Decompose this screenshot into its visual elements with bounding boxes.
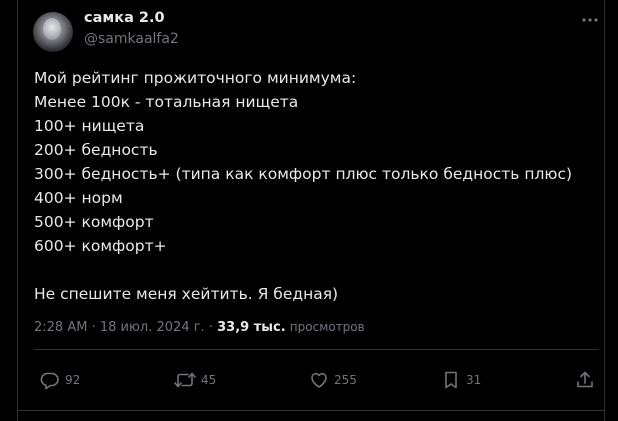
bookmark-count: 31 [466, 373, 482, 387]
tweet-line: 400+ норм [34, 189, 123, 207]
repost-button[interactable]: 45 [174, 369, 216, 391]
tweet-line: 200+ бедность [34, 141, 158, 159]
tweet-line: 500+ комфорт [34, 213, 154, 231]
bookmark-button[interactable]: 31 [441, 369, 481, 391]
repost-count: 45 [201, 373, 217, 387]
like-icon [311, 372, 327, 388]
meta-separator: · [208, 320, 213, 335]
share-icon [577, 371, 593, 388]
more-options-button[interactable] [580, 10, 600, 30]
like-count: 255 [334, 373, 357, 387]
tweet-line: Не спешите меня хейтить. Я бедная) [34, 285, 339, 303]
tweet-line: Менее 100к - тотальная нищета [34, 93, 299, 111]
reply-button[interactable]: 92 [40, 369, 80, 391]
author-handle[interactable]: @samkaalfa2 [84, 31, 179, 47]
views-label: просмотров [289, 320, 365, 334]
bookmark-icon [445, 371, 457, 389]
tweet-date[interactable]: 18 июл. 2024 г. [100, 320, 205, 335]
like-button[interactable]: 255 [309, 369, 357, 391]
author-display-name[interactable]: самка 2.0 [84, 10, 165, 26]
tweet-meta: 2:28 AM · 18 июл. 2024 г. · 33,9 тыс. пр… [34, 320, 365, 335]
views-count: 33,9 тыс. [217, 320, 286, 335]
tweet-line: 100+ нищета [34, 117, 145, 135]
reply-icon [40, 372, 59, 390]
avatar[interactable] [33, 12, 73, 52]
meta-separator: · [91, 320, 96, 335]
actions-divider [34, 349, 599, 350]
tweet-text: Мой рейтинг прожиточного минимума: Менее… [34, 66, 599, 306]
tweet-line: Мой рейтинг прожиточного минимума: [34, 69, 357, 87]
tweet-time[interactable]: 2:28 AM [34, 320, 87, 335]
tweet-line: 600+ комфорт+ [34, 237, 167, 255]
tweet-line: 300+ бедность+ (типа как комфорт плюс то… [34, 165, 573, 183]
more-icon [582, 18, 598, 22]
tweet-border-bottom [17, 410, 605, 411]
share-button[interactable] [575, 369, 595, 391]
tweet-border-right [604, 0, 605, 421]
tweet-border-left [17, 0, 18, 421]
repost-icon [174, 372, 196, 388]
reply-count: 92 [65, 373, 81, 387]
